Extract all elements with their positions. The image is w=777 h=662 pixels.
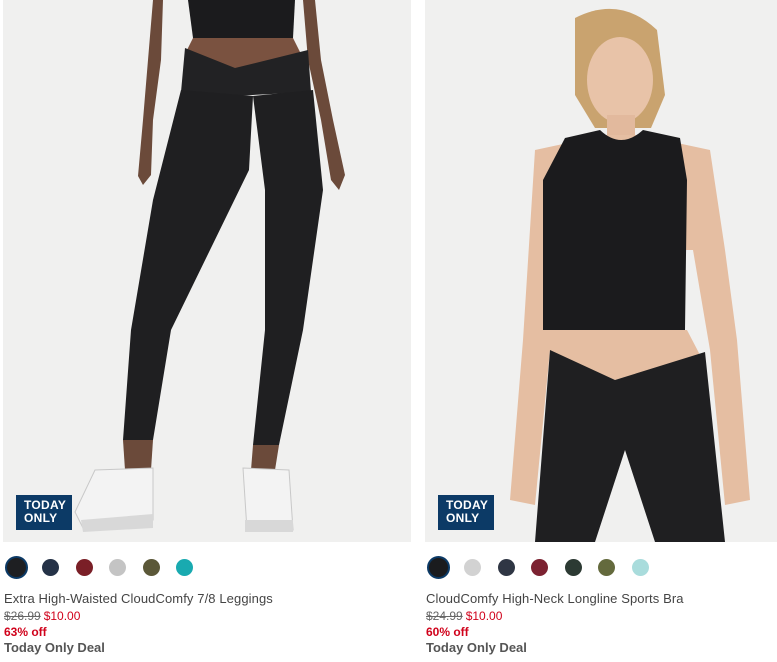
swatch-olive[interactable]: [143, 559, 160, 576]
swatch-burgundy[interactable]: [531, 559, 548, 576]
sale-price: $10.00: [465, 609, 503, 623]
model-illustration: [3, 0, 411, 542]
original-price: $24.99: [426, 609, 463, 623]
swatch-gray[interactable]: [109, 559, 126, 576]
today-only-badge: TODAY ONLY: [438, 495, 494, 530]
percent-off: 63% off: [4, 625, 47, 639]
product-image[interactable]: TODAY ONLY: [425, 0, 777, 542]
sale-price: $10.00: [43, 609, 81, 623]
swatch-burgundy[interactable]: [76, 559, 93, 576]
swatch-teal[interactable]: [176, 559, 193, 576]
price-row: $24.99 $10.00: [426, 609, 502, 623]
deal-label: Today Only Deal: [4, 640, 105, 655]
swatch-black[interactable]: [5, 556, 28, 579]
price-row: $26.99 $10.00: [4, 609, 80, 623]
swatch-black[interactable]: [427, 556, 450, 579]
swatch-dark-green[interactable]: [565, 559, 582, 576]
product-card-leggings[interactable]: TODAY ONLY Extra High-Waisted CloudComfy…: [3, 0, 411, 655]
swatch-navy[interactable]: [42, 559, 59, 576]
percent-off: 60% off: [426, 625, 469, 639]
swatch-olive[interactable]: [598, 559, 615, 576]
deal-label: Today Only Deal: [426, 640, 527, 655]
original-price: $26.99: [4, 609, 41, 623]
product-title[interactable]: Extra High-Waisted CloudComfy 7/8 Leggin…: [4, 591, 273, 606]
product-card-sports-bra[interactable]: TODAY ONLY CloudComfy High-Neck Longline…: [425, 0, 777, 655]
color-swatches: [3, 556, 411, 579]
today-only-badge: TODAY ONLY: [16, 495, 72, 530]
swatch-charcoal[interactable]: [498, 559, 515, 576]
product-image[interactable]: TODAY ONLY: [3, 0, 411, 542]
color-swatches: [425, 556, 777, 579]
model-illustration: [425, 0, 777, 542]
swatch-light-aqua[interactable]: [632, 559, 649, 576]
product-title[interactable]: CloudComfy High-Neck Longline Sports Bra: [426, 591, 684, 606]
swatch-light-gray[interactable]: [464, 559, 481, 576]
